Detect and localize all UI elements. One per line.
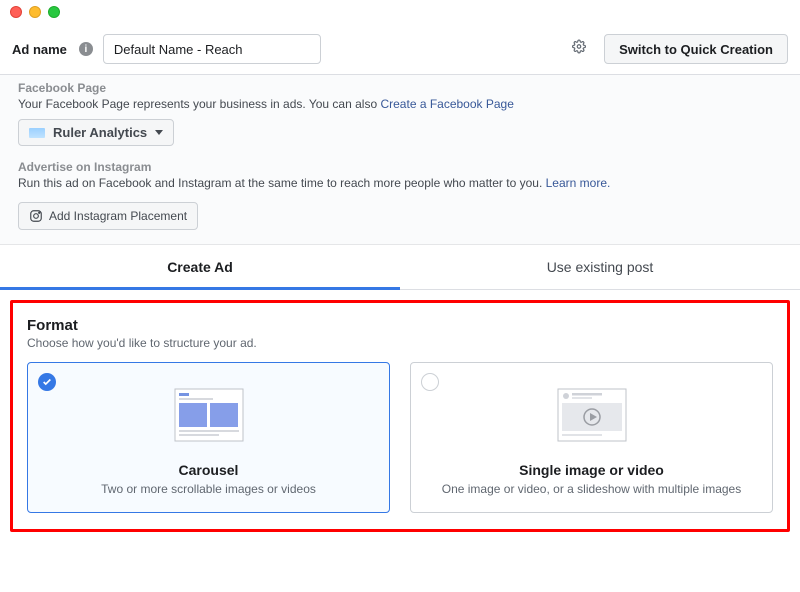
- ad-name-input[interactable]: [103, 34, 321, 64]
- tabs: Create Ad Use existing post: [0, 245, 800, 290]
- card-title: Carousel: [40, 462, 377, 478]
- info-icon[interactable]: i: [79, 42, 93, 56]
- instagram-text: Run this ad on Facebook and Instagram at…: [18, 176, 546, 190]
- minimize-window[interactable]: [29, 6, 41, 18]
- page-selector-dropdown[interactable]: Ruler Analytics: [18, 119, 174, 146]
- card-desc: One image or video, or a slideshow with …: [423, 482, 760, 496]
- facebook-page-description: Your Facebook Page represents your busin…: [18, 97, 782, 111]
- identity-panel: Facebook Page Your Facebook Page represe…: [0, 75, 800, 245]
- tab-use-existing-post[interactable]: Use existing post: [400, 245, 800, 289]
- ad-name-input-wrap: [103, 34, 594, 64]
- chevron-down-icon: [155, 130, 163, 135]
- format-cards: Carousel Two or more scrollable images o…: [27, 362, 773, 513]
- learn-more-link[interactable]: Learn more.: [546, 176, 611, 190]
- instagram-btn-label: Add Instagram Placement: [49, 209, 187, 223]
- create-facebook-page-link[interactable]: Create a Facebook Page: [380, 97, 513, 111]
- top-bar: Ad name i Switch to Quick Creation: [0, 24, 800, 75]
- facebook-page-text: Your Facebook Page represents your busin…: [18, 97, 380, 111]
- radio-checked-icon: [38, 373, 56, 391]
- maximize-window[interactable]: [48, 6, 60, 18]
- facebook-page-heading: Facebook Page: [18, 81, 782, 95]
- window-titlebar: [0, 0, 800, 24]
- radio-unchecked-icon: [421, 373, 439, 391]
- format-section: Format Choose how you'd like to structur…: [10, 300, 790, 532]
- add-instagram-placement-button[interactable]: Add Instagram Placement: [18, 202, 198, 230]
- facebook-ads-manager: Ad name i Switch to Quick Creation Faceb…: [0, 0, 800, 592]
- format-title: Format: [27, 317, 773, 334]
- card-desc: Two or more scrollable images or videos: [40, 482, 377, 496]
- format-card-single[interactable]: Single image or video One image or video…: [410, 362, 773, 513]
- format-subtitle: Choose how you'd like to structure your …: [27, 336, 773, 350]
- instagram-heading: Advertise on Instagram: [18, 160, 782, 174]
- ad-name-label: Ad name: [12, 42, 67, 57]
- single-media-icon: [550, 385, 634, 450]
- page-thumbnail-icon: [29, 128, 45, 138]
- carousel-icon: [167, 385, 251, 450]
- switch-quick-creation-button[interactable]: Switch to Quick Creation: [604, 34, 788, 64]
- tab-create-ad[interactable]: Create Ad: [0, 245, 400, 289]
- format-card-carousel[interactable]: Carousel Two or more scrollable images o…: [27, 362, 390, 513]
- instagram-description: Run this ad on Facebook and Instagram at…: [18, 176, 782, 190]
- gear-icon[interactable]: [572, 40, 586, 59]
- close-window[interactable]: [10, 6, 22, 18]
- page-selector-label: Ruler Analytics: [53, 125, 147, 140]
- card-title: Single image or video: [423, 462, 760, 478]
- instagram-icon: [29, 209, 43, 223]
